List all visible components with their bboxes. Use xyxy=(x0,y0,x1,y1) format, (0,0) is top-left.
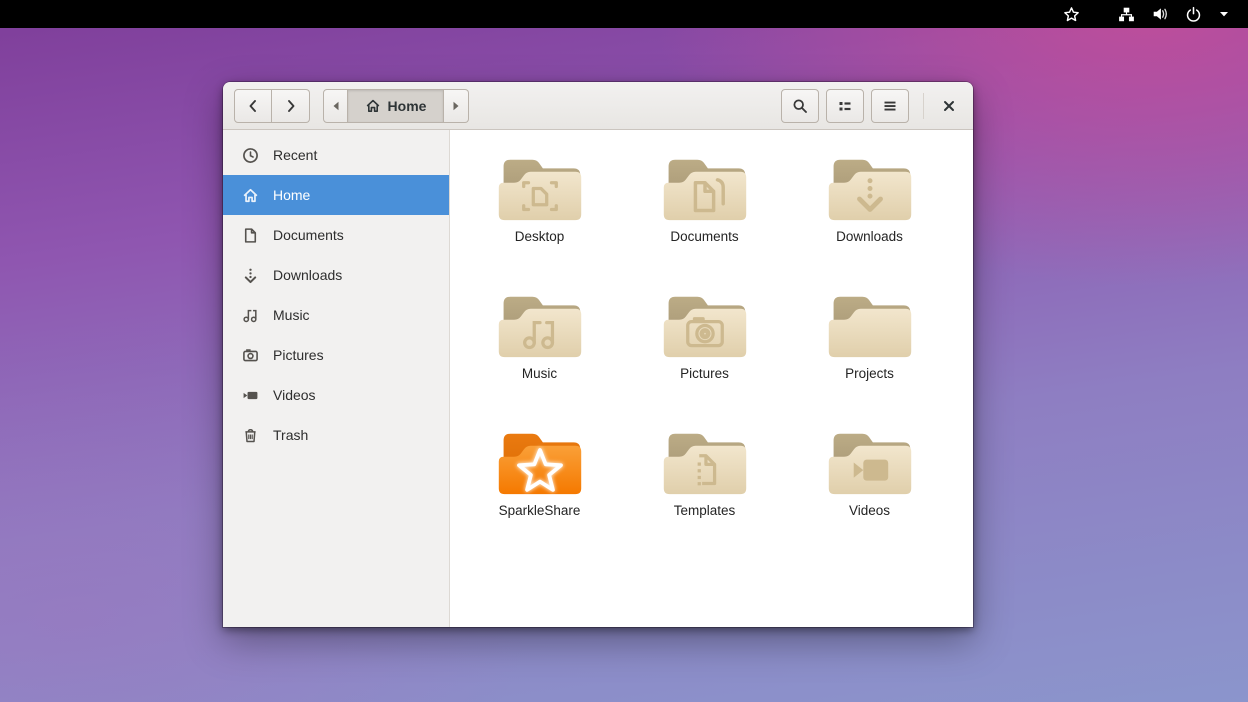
sidebar-item-label: Downloads xyxy=(273,267,342,283)
sidebar-item-label: Recent xyxy=(273,147,317,163)
file-item-downloads[interactable]: Downloads xyxy=(787,150,952,287)
sidebar-item-label: Trash xyxy=(273,427,308,443)
file-label: Videos xyxy=(849,503,890,518)
forward-button[interactable] xyxy=(272,89,310,123)
path-next-button[interactable] xyxy=(444,89,469,123)
path-previous-button[interactable] xyxy=(323,89,348,123)
folder-icon-videos xyxy=(824,424,916,499)
headerbar-separator xyxy=(923,93,924,119)
sidebar-item-recent[interactable]: Recent xyxy=(223,135,449,175)
favorites-star-icon[interactable] xyxy=(1055,0,1088,28)
folder-icon-documents xyxy=(659,150,751,225)
folder-icon-desktop xyxy=(494,150,586,225)
sidebar-item-pictures[interactable]: Pictures xyxy=(223,335,449,375)
folder-icon-music xyxy=(494,287,586,362)
sidebar-item-label: Pictures xyxy=(273,347,324,363)
folder-icon-templates xyxy=(659,424,751,499)
sidebar-item-music[interactable]: Music xyxy=(223,295,449,335)
file-item-pictures[interactable]: Pictures xyxy=(622,287,787,424)
file-item-videos[interactable]: Videos xyxy=(787,424,952,561)
video-camera-icon xyxy=(242,387,259,404)
headerbar: Home xyxy=(223,82,973,130)
file-grid: Desktop Documents xyxy=(450,130,973,627)
file-label: SparkleShare xyxy=(499,503,581,518)
folder-icon-projects xyxy=(824,287,916,362)
path-segment-home[interactable]: Home xyxy=(348,89,444,123)
sidebar-item-trash[interactable]: Trash xyxy=(223,415,449,455)
music-notes-icon xyxy=(242,307,259,324)
file-label: Templates xyxy=(674,503,736,518)
file-item-sparkleshare[interactable]: SparkleShare xyxy=(457,424,622,561)
power-icon[interactable] xyxy=(1177,0,1210,28)
history-buttons xyxy=(234,89,310,123)
sidebar-item-home[interactable]: Home xyxy=(223,175,449,215)
file-label: Pictures xyxy=(680,366,729,381)
sidebar-item-downloads[interactable]: Downloads xyxy=(223,255,449,295)
top-bar xyxy=(0,0,1248,28)
sidebar-item-label: Home xyxy=(273,187,310,203)
file-item-music[interactable]: Music xyxy=(457,287,622,424)
download-icon xyxy=(242,267,259,284)
file-label: Music xyxy=(522,366,557,381)
file-label: Documents xyxy=(670,229,738,244)
close-button[interactable] xyxy=(936,93,962,119)
sidebar-item-label: Music xyxy=(273,307,310,323)
file-label: Projects xyxy=(845,366,894,381)
back-button[interactable] xyxy=(234,89,272,123)
file-item-documents[interactable]: Documents xyxy=(622,150,787,287)
menu-button[interactable] xyxy=(871,89,909,123)
sidebar-item-label: Documents xyxy=(273,227,344,243)
document-icon xyxy=(242,227,259,244)
sidebar-item-label: Videos xyxy=(273,387,316,403)
folder-icon-sparkleshare xyxy=(494,424,586,499)
volume-icon[interactable] xyxy=(1143,0,1177,28)
folder-icon-pictures xyxy=(659,287,751,362)
recent-clock-icon xyxy=(242,147,259,164)
trash-icon xyxy=(242,427,259,444)
file-item-desktop[interactable]: Desktop xyxy=(457,150,622,287)
sidebar-item-videos[interactable]: Videos xyxy=(223,375,449,415)
file-label: Downloads xyxy=(836,229,903,244)
chevron-down-icon[interactable] xyxy=(1210,0,1238,28)
path-bar: Home xyxy=(323,89,469,123)
sidebar: Recent Home Documents Downloads xyxy=(223,130,450,627)
list-view-button[interactable] xyxy=(826,89,864,123)
file-item-templates[interactable]: Templates xyxy=(622,424,787,561)
file-label: Desktop xyxy=(515,229,565,244)
home-icon xyxy=(242,187,259,204)
network-icon[interactable] xyxy=(1110,0,1143,28)
search-button[interactable] xyxy=(781,89,819,123)
path-segment-label: Home xyxy=(388,98,427,114)
sidebar-item-documents[interactable]: Documents xyxy=(223,215,449,255)
camera-icon xyxy=(242,347,259,364)
file-item-projects[interactable]: Projects xyxy=(787,287,952,424)
home-icon xyxy=(365,98,381,114)
file-manager-window: Home xyxy=(223,82,973,627)
folder-icon-downloads xyxy=(824,150,916,225)
